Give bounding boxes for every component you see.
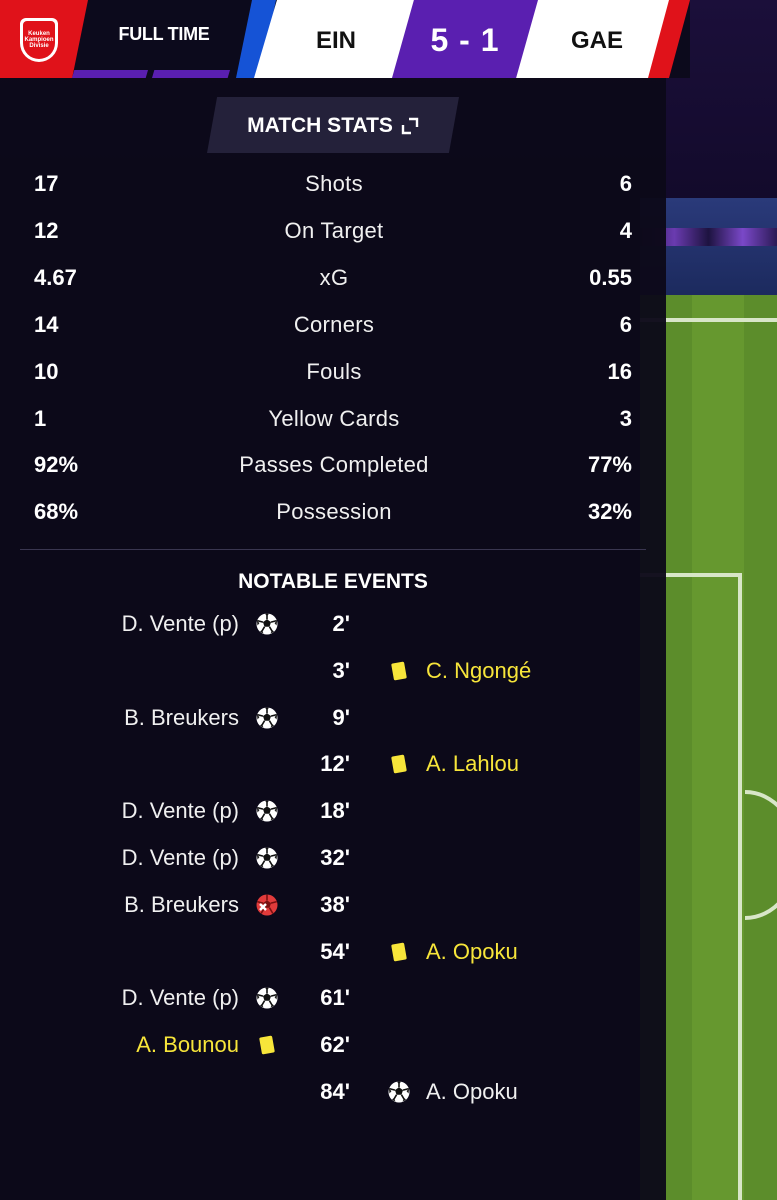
stat-away-value: 3 xyxy=(619,405,632,431)
event-row: A. Bounou 62' xyxy=(0,1032,666,1064)
event-row: D. Vente (p) 2' xyxy=(0,611,666,643)
stat-label: Possession xyxy=(276,499,392,525)
event-minute: 3' xyxy=(332,657,350,683)
stat-away-value: 32% xyxy=(587,499,632,525)
stat-row: 12 On Target 4 xyxy=(0,218,666,248)
stat-away-value: 6 xyxy=(619,311,632,337)
event-minute: 32' xyxy=(320,845,350,870)
event-minute: 62' xyxy=(320,1032,350,1058)
event-row: B. Breukers 38' xyxy=(0,892,666,924)
stat-away-value: 4 xyxy=(619,217,632,243)
stat-home-value: 92% xyxy=(34,452,79,478)
expand-icon[interactable] xyxy=(401,117,419,135)
event-minute: 2' xyxy=(332,611,350,636)
goal-icon xyxy=(255,986,279,1010)
stat-label: Passes Completed xyxy=(239,452,429,478)
event-minute: 38' xyxy=(320,891,350,917)
event-row: D. Vente (p) 18' xyxy=(0,798,666,830)
notable-events-title: NOTABLE EVENTS xyxy=(238,570,428,593)
event-row: A. Opoku 54' xyxy=(0,939,666,971)
stat-label: Corners xyxy=(293,311,375,337)
stat-away-value: 6 xyxy=(619,171,632,196)
stat-home-value: 4.67 xyxy=(34,264,77,290)
stat-home-value: 12 xyxy=(34,217,59,243)
yellow-card-icon xyxy=(387,659,411,683)
stat-row: 17 Shots 6 xyxy=(0,171,666,201)
match-status: FULL TIME xyxy=(118,24,210,44)
stat-row: 10 Fouls 16 xyxy=(0,359,666,389)
event-player-name: D. Vente (p) xyxy=(121,845,239,870)
section-divider xyxy=(20,549,646,550)
event-minute: 61' xyxy=(320,985,350,1011)
match-stats-label: MATCH STATS xyxy=(247,114,393,137)
event-player-name: B. Breukers xyxy=(124,704,239,730)
competition-logo-icon: Keuken Kampioen Divisie xyxy=(20,18,58,62)
match-stats-title[interactable]: MATCH STATS xyxy=(207,114,459,138)
goal-icon xyxy=(255,799,279,823)
match-score: 5 - 1 xyxy=(430,22,500,58)
goal-icon xyxy=(255,612,279,636)
event-minute: 18' xyxy=(320,798,350,824)
event-row: A. Lahlou 12' xyxy=(0,751,666,783)
stat-label: On Target xyxy=(284,217,384,243)
stat-away-value: 16 xyxy=(607,358,632,384)
stat-home-value: 1 xyxy=(34,405,47,431)
stat-home-value: 17 xyxy=(34,171,59,196)
event-row: D. Vente (p) 61' xyxy=(0,985,666,1017)
event-player-name: D. Vente (p) xyxy=(121,798,239,824)
stat-home-value: 14 xyxy=(34,311,59,337)
goal-icon xyxy=(387,1080,411,1104)
yellow-card-icon xyxy=(255,1033,279,1057)
yellow-card-icon xyxy=(387,940,411,964)
yellow-card-icon xyxy=(387,752,411,776)
goal-icon xyxy=(255,706,279,730)
stat-row: 4.67 xG 0.55 xyxy=(0,265,666,295)
event-player-name: B. Breukers xyxy=(124,891,239,917)
stat-away-value: 77% xyxy=(587,452,632,478)
event-player-name: A. Bounou xyxy=(136,1032,239,1058)
stat-home-value: 68% xyxy=(34,499,79,525)
competition-logo-text: Keuken Kampioen Divisie xyxy=(24,31,54,49)
stat-label: Shots xyxy=(305,171,363,196)
event-row: D. Vente (p) 32' xyxy=(0,845,666,877)
event-player-name: D. Vente (p) xyxy=(121,985,239,1011)
goal-icon xyxy=(255,846,279,870)
event-row: A. Opoku 84' xyxy=(0,1079,666,1111)
event-player-name: A. Opoku xyxy=(426,938,518,964)
event-minute: 84' xyxy=(320,1079,350,1104)
stat-label: Fouls xyxy=(306,358,362,384)
event-row: C. Ngongé 3' xyxy=(0,658,666,690)
stat-label: xG xyxy=(319,264,349,290)
stat-label: Yellow Cards xyxy=(268,405,400,431)
scoreboard-header: Keuken Kampioen Divisie FULL TIME EIN GA… xyxy=(0,0,777,78)
status-underline xyxy=(72,70,148,78)
event-player-name: D. Vente (p) xyxy=(121,611,239,636)
stat-row: 92% Passes Completed 77% xyxy=(0,452,666,482)
status-underline xyxy=(152,70,230,78)
event-minute: 54' xyxy=(320,938,350,964)
stat-row: 68% Possession 32% xyxy=(0,499,666,529)
stat-away-value: 0.55 xyxy=(589,264,632,290)
injury-icon xyxy=(255,893,279,917)
event-row: B. Breukers 9' xyxy=(0,705,666,737)
event-player-name: A. Lahlou xyxy=(426,751,519,777)
event-minute: 12' xyxy=(320,751,350,777)
stat-row: 1 Yellow Cards 3 xyxy=(0,406,666,436)
stat-home-value: 10 xyxy=(34,358,59,384)
event-player-name: C. Ngongé xyxy=(426,657,532,683)
event-player-name: A. Opoku xyxy=(426,1079,518,1104)
event-minute: 9' xyxy=(332,704,350,730)
stat-row: 14 Corners 6 xyxy=(0,312,666,342)
